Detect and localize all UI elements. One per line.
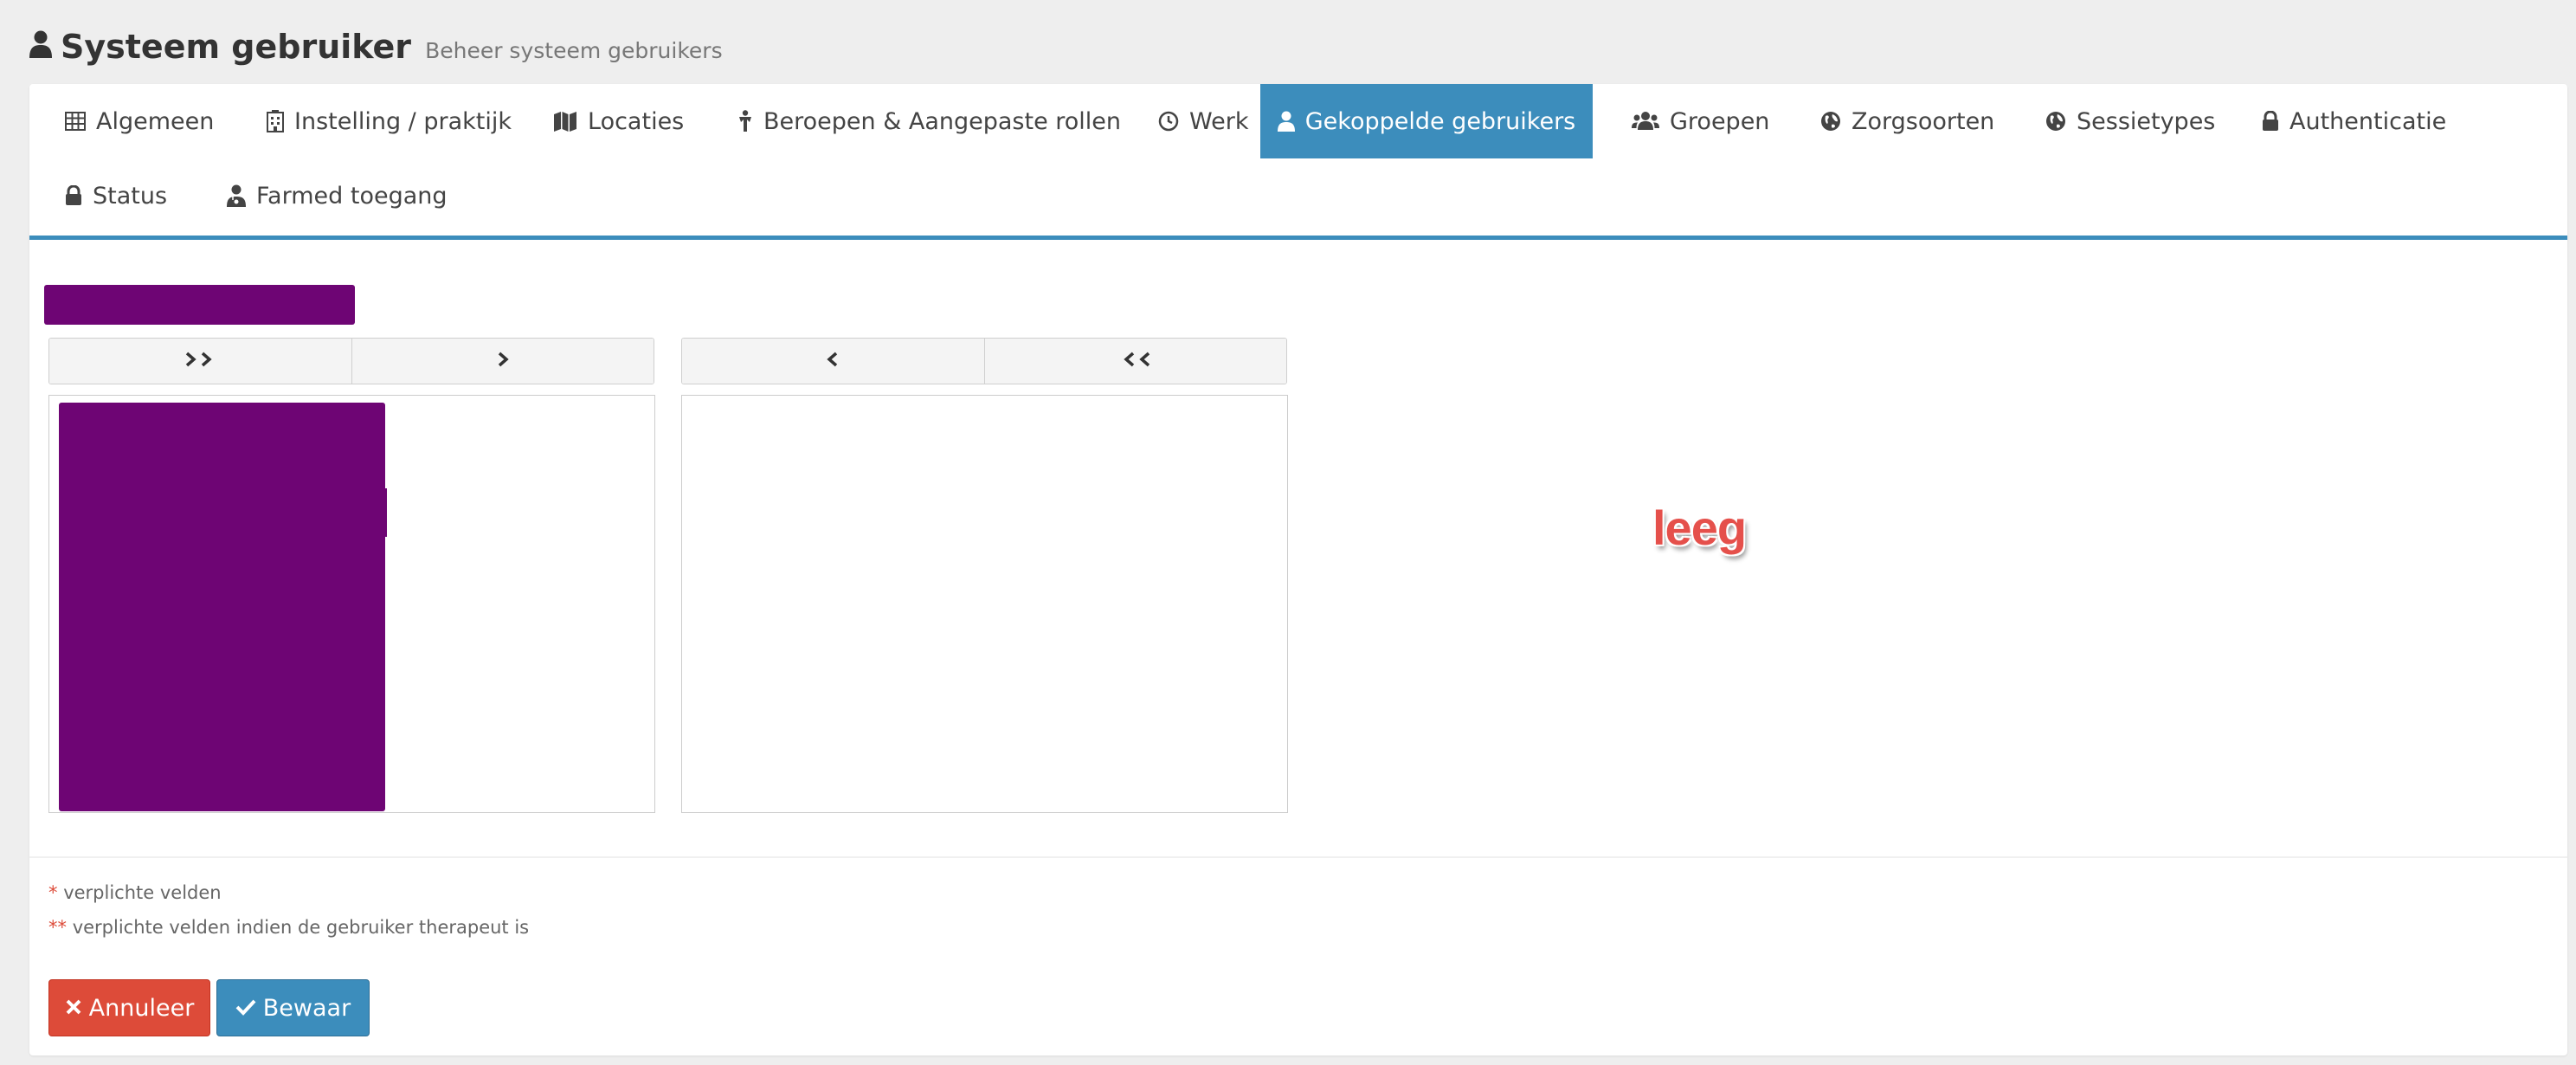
building-icon xyxy=(267,110,284,132)
page-title: Systeem gebruiker xyxy=(29,21,411,73)
cancel-button-label: Annuleer xyxy=(88,994,195,1022)
tab-label: Beroepen & Aangepaste rollen xyxy=(763,107,1122,135)
move-all-right-button[interactable] xyxy=(49,339,352,384)
person-icon xyxy=(737,110,753,132)
chevron-left-icon xyxy=(824,351,841,371)
selected-users-list[interactable] xyxy=(681,395,1288,813)
tab-authenticatie[interactable]: Authenticatie xyxy=(2258,84,2450,158)
user-icon xyxy=(29,21,52,73)
save-button[interactable]: Bewaar xyxy=(216,979,370,1036)
tab-werk[interactable]: Werk xyxy=(1155,84,1252,158)
tab-instelling-praktijk[interactable]: Instelling / praktijk xyxy=(263,84,515,158)
tab-label: Locaties xyxy=(588,107,685,135)
tab-label: Zorgsoorten xyxy=(1852,107,1995,135)
globe-icon xyxy=(2045,111,2066,132)
page-subtitle: Beheer systeem gebruikers xyxy=(425,38,723,63)
save-button-label: Bewaar xyxy=(262,994,351,1022)
tab-label: Groepen xyxy=(1670,107,1770,135)
tab-gekoppelde-gebruikers[interactable]: Gekoppelde gebruikers xyxy=(1260,84,1593,158)
tab-zorgsoorten[interactable]: Zorgsoorten xyxy=(1817,84,1998,158)
page-title-text: Systeem gebruiker xyxy=(61,28,412,66)
selected-list-buttons xyxy=(681,338,1287,384)
tab-label: Authenticatie xyxy=(2289,107,2447,135)
available-list-buttons xyxy=(48,338,654,384)
redacted-list-item-edge xyxy=(378,488,387,537)
move-all-left-button[interactable] xyxy=(984,339,1286,384)
tab-label: Farmed toegang xyxy=(256,182,448,210)
close-icon xyxy=(65,995,82,1022)
form-divider xyxy=(29,856,2567,858)
empty-indicator: leeg xyxy=(1652,500,1747,555)
tab-locaties[interactable]: Locaties xyxy=(550,84,687,158)
cancel-button[interactable]: Annuleer xyxy=(48,979,210,1036)
clock-icon xyxy=(1158,111,1179,132)
tab-label: Sessietypes xyxy=(2077,107,2216,135)
required-fields-text: verplichte velden xyxy=(63,882,222,903)
double-chevron-right-icon xyxy=(183,351,217,371)
required-fields-note: * verplichte velden xyxy=(48,882,222,903)
lock-icon xyxy=(65,185,82,206)
tab-label: Gekoppelde gebruikers xyxy=(1304,107,1576,135)
therapist-marker: ** xyxy=(48,917,67,938)
map-icon xyxy=(553,111,577,132)
double-chevron-left-icon xyxy=(1118,351,1153,371)
tab-beroepen-rollen[interactable]: Beroepen & Aangepaste rollen xyxy=(734,84,1124,158)
move-right-button[interactable] xyxy=(351,339,654,384)
therapist-fields-note: ** verplichte velden indien de gebruiker… xyxy=(48,917,529,938)
tab-algemeen[interactable]: Algemeen xyxy=(61,84,217,158)
tab-groepen[interactable]: Groepen xyxy=(1628,84,1773,158)
content-card: Algemeen Instelling / praktijk Locaties … xyxy=(29,84,2567,1055)
table-icon xyxy=(65,112,86,131)
required-marker: * xyxy=(48,882,58,903)
check-icon xyxy=(235,995,256,1022)
tab-label: Status xyxy=(93,182,168,210)
available-users-list[interactable] xyxy=(48,395,655,813)
users-icon xyxy=(1632,111,1659,132)
user-md-icon xyxy=(227,184,246,207)
tab-bar: Algemeen Instelling / praktijk Locaties … xyxy=(29,84,2567,240)
tab-label: Algemeen xyxy=(96,107,215,135)
move-left-button[interactable] xyxy=(682,339,985,384)
globe-icon xyxy=(1820,111,1841,132)
redacted-list-items xyxy=(59,403,385,811)
tab-label: Werk xyxy=(1189,107,1249,135)
tab-label: Instelling / praktijk xyxy=(294,107,512,135)
tab-farmed-toegang[interactable]: Farmed toegang xyxy=(223,158,451,233)
therapist-fields-text: verplichte velden indien de gebruiker th… xyxy=(72,917,530,938)
user-icon xyxy=(1277,111,1295,132)
redacted-label xyxy=(44,285,355,325)
chevron-right-icon xyxy=(494,351,512,371)
lock-icon xyxy=(2262,111,2279,132)
tab-sessietypes[interactable]: Sessietypes xyxy=(2042,84,2219,158)
page-header: Systeem gebruiker Beheer systeem gebruik… xyxy=(29,21,723,73)
tab-status[interactable]: Status xyxy=(61,158,171,233)
